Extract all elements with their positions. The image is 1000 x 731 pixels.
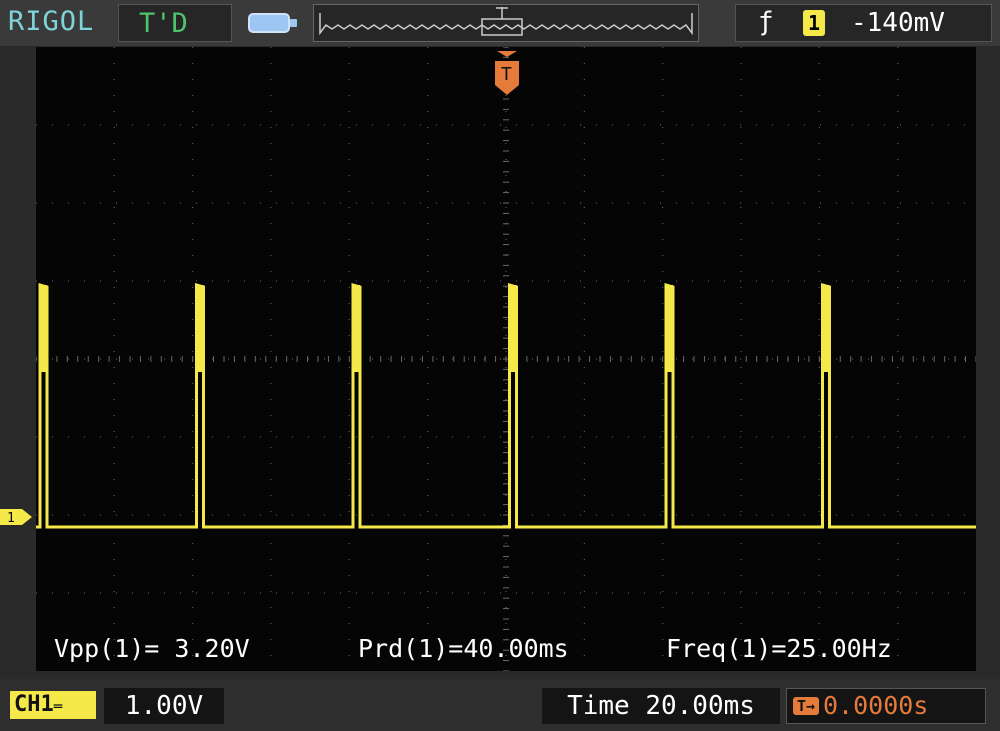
waveform-display: T Vpp(1)= 3.20V Prd(1)=40.00ms Freq(1)=2… [36,47,976,671]
channel-marker-label: 1 [7,511,15,526]
trigger-offset-value: 0.0000s [823,691,929,720]
trigger-offset-icon: T→ [793,697,819,715]
trigger-marker-label: T [501,64,512,85]
measurement-period: Prd(1)=40.00ms [358,634,569,663]
run-status-text: T'D [139,8,188,39]
rising-edge-icon: ƒ [758,7,774,37]
trigger-offset[interactable]: T→ 0.0000s [786,688,986,724]
pulse-peak [40,285,47,372]
memory-waveform-preview [319,7,693,36]
measurement-frequency: Freq(1)=25.00Hz [666,634,892,663]
waveform-trace [36,283,976,529]
trigger-position-marker[interactable]: T [491,47,523,99]
top-status-bar: RIGOL T'D ƒ 1 -140mV [0,0,1000,46]
usb-storage-icon [248,13,297,33]
run-status-indicator[interactable]: T'D [118,4,232,42]
trigger-settings[interactable]: ƒ 1 -140mV [735,4,992,42]
time-base[interactable]: Time 20.00ms [542,688,780,724]
pulse-peak [353,285,360,372]
memory-depth-indicator [313,4,699,42]
channel-1-ground-marker[interactable]: 1 [0,507,34,527]
pulse-peak [196,285,204,372]
trigger-source-badge: 1 [803,10,825,36]
channel-1-waveform [36,283,976,529]
measurement-vpp: Vpp(1)= 3.20V [54,634,250,663]
channel-1-button[interactable]: CH1═ [10,691,96,719]
pulse-peak [666,285,673,372]
bottom-status-bar: CH1═ 1.00V Time 20.00ms T→ 0.0000s [0,679,1000,731]
dc-coupling-icon: ═ [53,699,63,715]
trigger-level-value: -140mV [851,8,945,38]
pulse-peak [822,285,830,372]
channel-1-label: CH1 [14,692,54,717]
brand-logo: RIGOL [8,6,95,37]
pulse-peak [509,285,517,372]
volts-per-division[interactable]: 1.00V [104,688,224,724]
